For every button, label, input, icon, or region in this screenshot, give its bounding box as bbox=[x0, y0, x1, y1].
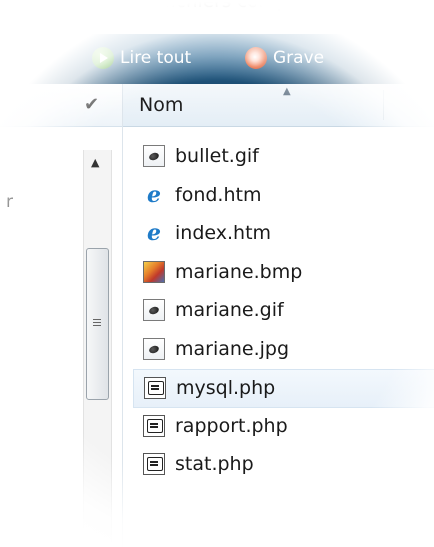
burn-label: Grave bbox=[273, 48, 325, 68]
ie-html-icon: e bbox=[147, 181, 161, 208]
ie-html-icon: e bbox=[147, 220, 161, 246]
file-row[interactable]: e fond.htm bbox=[123, 177, 434, 216]
file-name: stat.php bbox=[175, 453, 254, 475]
page-caption: ajouté les fichiers complets à sp bbox=[68, 0, 366, 12]
navigation-scrollbar[interactable]: ▲ bbox=[83, 150, 112, 547]
bitmap-file-icon bbox=[143, 260, 165, 283]
image-file-icon bbox=[143, 299, 165, 321]
file-row[interactable]: rapport.php bbox=[123, 408, 434, 447]
file-row[interactable]: mariane.gif bbox=[123, 292, 434, 331]
file-name: mysql.php bbox=[176, 377, 276, 399]
image-file-icon bbox=[143, 145, 165, 167]
chevron-down-icon[interactable]: ✔ bbox=[84, 94, 99, 115]
file-name: index.htm bbox=[175, 222, 272, 244]
file-row[interactable]: e index.htm bbox=[123, 215, 434, 254]
navigation-item-label[interactable]: r bbox=[6, 192, 13, 212]
burn-button[interactable]: Grave bbox=[245, 47, 324, 69]
file-row[interactable]: mariane.jpg bbox=[123, 331, 434, 370]
file-name: mariane.jpg bbox=[175, 337, 290, 360]
file-list: bullet.gif e fond.htm e index.htm mariane.bmp… bbox=[123, 138, 434, 485]
file-row[interactable]: mariane.bmp bbox=[123, 254, 434, 293]
play-icon bbox=[92, 47, 114, 69]
file-name: mariane.bmp bbox=[175, 260, 303, 283]
burn-disc-icon bbox=[245, 47, 267, 69]
scroll-thumb[interactable] bbox=[86, 248, 109, 400]
file-name: rapport.php bbox=[175, 414, 288, 437]
play-all-label: Lire tout bbox=[120, 48, 192, 68]
file-name: mariane.gif bbox=[175, 299, 284, 321]
file-row[interactable]: mysql.php bbox=[133, 369, 434, 408]
php-file-icon bbox=[144, 377, 166, 399]
column-header-bar: Nom ▲ bbox=[123, 84, 434, 127]
grip-icon bbox=[93, 319, 101, 328]
file-name: bullet.gif bbox=[175, 145, 259, 167]
navigation-header: ✔ bbox=[0, 84, 125, 127]
php-file-icon bbox=[143, 414, 165, 437]
file-row[interactable]: stat.php bbox=[123, 446, 434, 485]
explorer-window: ajouté les fichiers complets à sp Lire t… bbox=[0, 0, 434, 547]
column-divider[interactable] bbox=[383, 90, 384, 120]
column-header-name[interactable]: Nom bbox=[139, 94, 183, 116]
scroll-up-icon[interactable]: ▲ bbox=[91, 156, 99, 169]
play-all-button[interactable]: Lire tout bbox=[92, 47, 191, 69]
image-file-icon bbox=[143, 337, 165, 360]
file-row[interactable]: bullet.gif bbox=[123, 138, 434, 177]
command-bar: Lire tout Grave bbox=[0, 34, 434, 84]
php-file-icon bbox=[143, 453, 165, 475]
sort-ascending-icon: ▲ bbox=[283, 86, 291, 97]
file-name: fond.htm bbox=[175, 183, 262, 206]
